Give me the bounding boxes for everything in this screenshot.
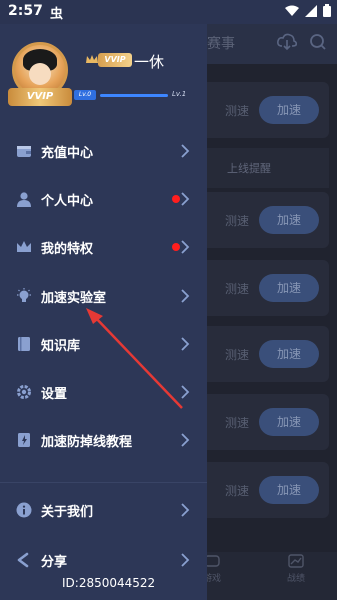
wifi-icon xyxy=(285,5,299,16)
side-drawer: VVIP VVIP 一休 Lv.0 Lv.1 充值中心 个人中心 我的特权 加速… xyxy=(0,24,207,600)
online-reminder-label: 上线提醒 xyxy=(227,162,271,175)
menu-label: 我的特权 xyxy=(41,242,94,257)
chevron-right-icon xyxy=(181,192,190,206)
vvip-tag: VVIP xyxy=(98,53,132,67)
lightbulb-icon xyxy=(17,288,31,302)
bg-game-card: 测速 加速 xyxy=(207,462,329,518)
menu-item-privileges[interactable]: 我的特权 xyxy=(0,227,207,267)
accelerate-button: 加速 xyxy=(259,408,319,436)
speed-test-label: 测速 xyxy=(225,348,250,362)
debug-icon: 虫 xyxy=(50,7,64,22)
speed-test-label: 测速 xyxy=(225,416,250,430)
chevron-right-icon xyxy=(181,503,190,517)
level-next-label: Lv.1 xyxy=(172,90,187,98)
bg-tab-bar: 游戏 战绩 xyxy=(203,552,337,600)
tab-records-label: 战绩 xyxy=(287,574,306,584)
bg-game-card: 测速 加速 xyxy=(207,192,329,248)
chevron-right-icon xyxy=(181,385,190,399)
accelerate-button: 加速 xyxy=(259,206,319,234)
wallet-icon xyxy=(17,146,31,157)
speed-test-label: 测速 xyxy=(225,484,250,498)
menu-label: 充值中心 xyxy=(41,146,94,161)
chevron-right-icon xyxy=(181,289,190,303)
tutorial-book-icon xyxy=(18,433,30,447)
menu-item-about-us[interactable]: 关于我们 xyxy=(0,490,207,530)
menu-label: 关于我们 xyxy=(41,505,94,520)
status-icons xyxy=(285,4,331,17)
menu-label: 分享 xyxy=(41,555,68,570)
bg-title: 赛事 xyxy=(207,36,235,52)
menu-divider xyxy=(0,482,207,483)
bg-game-card: 测速 加速 xyxy=(207,82,329,138)
signal-icon xyxy=(305,4,317,17)
accelerate-button: 加速 xyxy=(259,476,319,504)
crown-icon xyxy=(17,241,31,252)
crown-icon xyxy=(86,55,98,63)
speed-test-label: 测速 xyxy=(225,104,250,118)
search-icon xyxy=(310,34,326,50)
share-icon xyxy=(17,552,29,568)
notification-dot xyxy=(172,195,180,203)
person-icon xyxy=(17,192,31,207)
bg-game-card: 测速 加速 xyxy=(207,326,329,382)
bg-game-card: 测速 加速 xyxy=(207,260,329,316)
menu-item-knowledge-base[interactable]: 知识库 xyxy=(0,324,207,364)
info-icon xyxy=(16,502,32,518)
chevron-right-icon xyxy=(181,433,190,447)
username: 一休 xyxy=(134,53,165,71)
avatar[interactable]: VVIP xyxy=(8,38,72,108)
chevron-right-icon xyxy=(181,337,190,351)
menu-item-settings[interactable]: 设置 xyxy=(0,372,207,412)
vvip-avatar-badge: VVIP xyxy=(8,88,72,106)
chevron-right-icon xyxy=(181,553,190,567)
level-progress-fill xyxy=(100,94,168,97)
menu-label: 加速防掉线教程 xyxy=(41,435,133,450)
speed-test-label: 测速 xyxy=(225,214,250,228)
status-bar: 2:57 虫 xyxy=(0,0,337,24)
cloud-download-icon xyxy=(277,33,297,51)
notification-dot xyxy=(172,243,180,251)
tab-records: 战绩 xyxy=(287,554,305,584)
status-time: 2:57 xyxy=(8,3,43,19)
book-icon xyxy=(18,337,30,351)
bg-game-card: 测速 加速 xyxy=(207,394,329,450)
background-app: 赛事 测速 加速 上线提醒 测速 加速 测速 加速 测速 加速 测速 加速 测速… xyxy=(203,24,337,600)
menu-item-recharge[interactable]: 充值中心 xyxy=(0,131,207,171)
accelerate-button: 加速 xyxy=(259,96,319,124)
level-progress-bar xyxy=(100,94,168,97)
menu-label: 加速实验室 xyxy=(41,291,107,306)
menu-item-acceleration-lab[interactable]: 加速实验室 xyxy=(0,276,207,316)
battery-icon xyxy=(323,4,331,17)
menu-item-personal-center[interactable]: 个人中心 xyxy=(0,179,207,219)
bg-header: 赛事 xyxy=(207,24,337,64)
accelerate-button: 加速 xyxy=(259,274,319,302)
level-current-badge: Lv.0 xyxy=(74,90,96,100)
chevron-right-icon xyxy=(181,144,190,158)
menu-label: 设置 xyxy=(41,387,68,402)
bg-online-reminder: 上线提醒 xyxy=(207,148,329,188)
speed-test-label: 测速 xyxy=(225,282,250,296)
menu-label: 个人中心 xyxy=(41,194,94,209)
user-id: ID:2850044522 xyxy=(62,576,156,590)
accelerate-button: 加速 xyxy=(259,340,319,368)
menu-item-share[interactable]: 分享 xyxy=(0,540,207,580)
chevron-right-icon xyxy=(181,240,190,254)
menu-item-anti-disconnect-tutorial[interactable]: 加速防掉线教程 xyxy=(0,420,207,460)
menu-label: 知识库 xyxy=(41,339,81,354)
gear-icon xyxy=(17,385,31,399)
chart-icon xyxy=(288,554,304,568)
